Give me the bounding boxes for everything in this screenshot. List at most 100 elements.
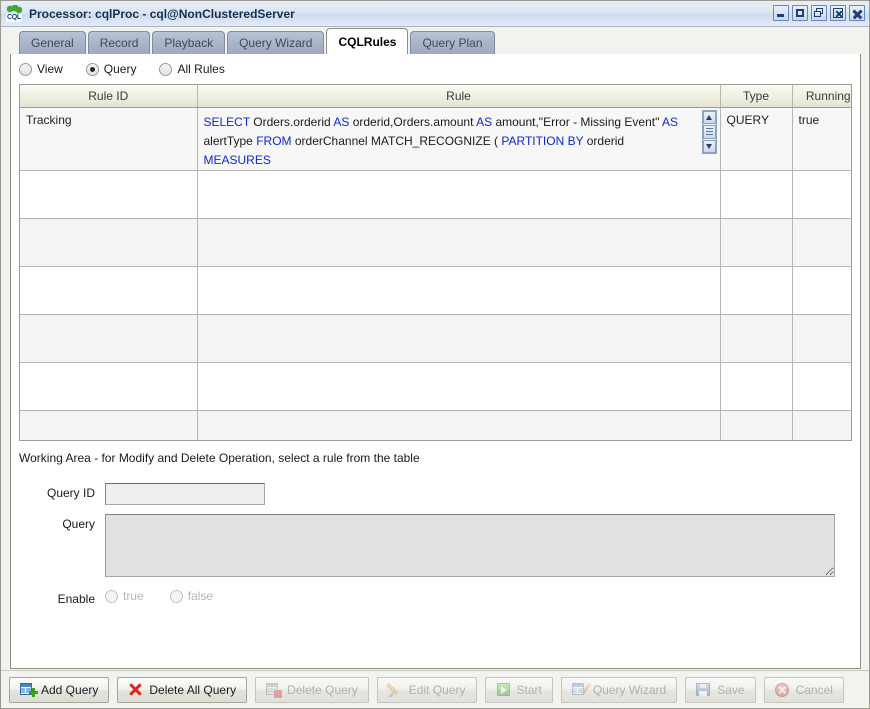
tab-strip: General Record Playback Query Wizard CQL… bbox=[1, 27, 869, 54]
cell-running bbox=[792, 218, 851, 267]
close-button[interactable] bbox=[849, 5, 865, 21]
cell-rule-id: Tracking bbox=[20, 107, 198, 171]
cell-rule bbox=[197, 362, 721, 411]
cell-running bbox=[792, 410, 851, 440]
table-row[interactable]: Tracking SELECT Orders.orderid AS orderi… bbox=[20, 107, 851, 171]
radio-all-rules[interactable]: All Rules bbox=[159, 62, 225, 76]
cell-type: QUERY bbox=[720, 107, 793, 171]
rules-table: Rule ID Rule Type Running Tracking SELEC… bbox=[20, 85, 851, 440]
tab-cqlrules[interactable]: CQLRules bbox=[326, 28, 409, 54]
delete-all-query-button[interactable]: Delete All Query bbox=[117, 676, 248, 703]
cell-rule bbox=[197, 170, 721, 219]
cell-type bbox=[720, 170, 793, 219]
table-header-row: Rule ID Rule Type Running bbox=[20, 85, 851, 108]
tab-general[interactable]: General bbox=[19, 31, 86, 54]
column-header-running[interactable]: Running bbox=[792, 85, 851, 108]
add-query-button-label: Add Query bbox=[41, 682, 99, 697]
rules-table-container: Rule ID Rule Type Running Tracking SELEC… bbox=[19, 84, 852, 441]
working-area-hint: Working Area - for Modify and Delete Ope… bbox=[19, 451, 420, 465]
cell-rule: SELECT Orders.orderid AS orderid,Orders.… bbox=[197, 107, 721, 171]
floppy-disk-icon bbox=[696, 682, 711, 697]
sql-token: amount,"Error - Missing Event" bbox=[492, 114, 663, 129]
sql-token: orderChannel MATCH_RECOGNIZE ( bbox=[291, 133, 502, 148]
add-query-icon bbox=[20, 682, 38, 697]
tab-record[interactable]: Record bbox=[87, 31, 151, 54]
enable-row: Enable true false bbox=[19, 589, 852, 609]
cell-running bbox=[792, 170, 851, 219]
table-row[interactable] bbox=[20, 266, 851, 315]
query-row: Query bbox=[19, 514, 852, 577]
cell-type bbox=[720, 362, 793, 411]
table-row[interactable] bbox=[20, 218, 851, 267]
tab-query-wizard[interactable]: Query Wizard bbox=[227, 31, 325, 54]
working-area: Working Area - for Modify and Delete Ope… bbox=[11, 441, 860, 668]
radio-view-label: View bbox=[37, 62, 63, 76]
radio-all-rules-circle bbox=[159, 62, 173, 76]
close-box-button[interactable] bbox=[830, 5, 846, 21]
start-button-label: Start bbox=[516, 682, 542, 697]
cell-running bbox=[792, 362, 851, 411]
cancel-button-label: Cancel bbox=[795, 682, 833, 697]
maximize-button[interactable] bbox=[792, 5, 808, 21]
scroll-up-arrow-icon[interactable] bbox=[702, 110, 716, 124]
radio-enable-false-circle bbox=[169, 589, 183, 603]
cell-running bbox=[792, 266, 851, 315]
cell-running: true bbox=[792, 107, 851, 171]
processor-window: CQL Processor: cqlProc - cql@NonClustere… bbox=[0, 0, 870, 709]
cell-running bbox=[792, 314, 851, 363]
table-row[interactable] bbox=[20, 410, 851, 440]
column-header-type[interactable]: Type bbox=[720, 85, 793, 108]
radio-view[interactable]: View bbox=[19, 62, 63, 76]
sql-keyword: AS bbox=[476, 114, 493, 129]
window-controls bbox=[773, 5, 865, 21]
restore-button[interactable] bbox=[811, 5, 827, 21]
sql-keyword: FROM bbox=[256, 133, 292, 148]
cell-rule-id bbox=[20, 314, 198, 363]
save-button: Save bbox=[685, 676, 756, 703]
add-query-button[interactable]: Add Query bbox=[9, 676, 110, 703]
cell-type bbox=[720, 266, 793, 315]
scroll-down-arrow-icon[interactable] bbox=[702, 139, 716, 153]
radio-view-circle bbox=[19, 62, 32, 76]
cancel-button: Cancel bbox=[763, 676, 844, 703]
query-wizard-button-label: Query Wizard bbox=[592, 682, 667, 697]
column-header-rule[interactable]: Rule bbox=[197, 85, 721, 108]
cell-rule-id bbox=[20, 170, 198, 219]
enable-label: Enable bbox=[57, 592, 95, 606]
edit-query-button: Edit Query bbox=[376, 676, 477, 703]
delete-query-button: Delete Query bbox=[255, 676, 369, 703]
edit-query-button-label: Edit Query bbox=[408, 682, 466, 697]
radio-query[interactable]: Query bbox=[85, 62, 137, 76]
table-row[interactable] bbox=[20, 362, 851, 411]
query-textarea[interactable] bbox=[105, 514, 835, 577]
tab-playback[interactable]: Playback bbox=[152, 31, 226, 54]
cell-rule bbox=[197, 266, 721, 315]
tab-query-plan[interactable]: Query Plan bbox=[410, 31, 495, 54]
query-wizard-icon bbox=[571, 682, 591, 697]
radio-query-label: Query bbox=[103, 62, 137, 76]
sql-keyword: AS bbox=[662, 114, 679, 129]
cell-rule bbox=[197, 410, 721, 440]
sql-token: Orders.orderid bbox=[249, 114, 334, 129]
title-bar: CQL Processor: cqlProc - cql@NonClustere… bbox=[1, 1, 869, 27]
sql-token: alertType bbox=[203, 133, 257, 148]
column-header-rule-id[interactable]: Rule ID bbox=[20, 85, 198, 108]
table-row[interactable] bbox=[20, 314, 851, 363]
minimize-button[interactable] bbox=[773, 5, 789, 21]
red-x-icon bbox=[128, 682, 143, 697]
cqlrules-panel: View Query All Rules Rule ID Rule Type R bbox=[10, 53, 861, 669]
table-row[interactable] bbox=[20, 170, 851, 219]
query-id-input[interactable] bbox=[105, 483, 265, 505]
delete-query-icon bbox=[266, 682, 283, 698]
cell-rule-id bbox=[20, 410, 198, 440]
play-icon bbox=[496, 682, 511, 697]
rule-sql-text: SELECT Orders.orderid AS orderid,Orders.… bbox=[204, 113, 698, 170]
start-button: Start bbox=[484, 676, 553, 703]
query-wizard-button: Query Wizard bbox=[560, 676, 678, 703]
scroll-thumb[interactable] bbox=[702, 124, 716, 139]
query-id-row: Query ID bbox=[19, 483, 852, 505]
rule-cell-scrollbar[interactable] bbox=[701, 109, 717, 154]
delete-all-query-button-label: Delete All Query bbox=[149, 682, 237, 697]
sql-keyword: AS bbox=[333, 114, 350, 129]
action-button-bar: Add Query Delete All Query Delete Query … bbox=[1, 670, 869, 708]
